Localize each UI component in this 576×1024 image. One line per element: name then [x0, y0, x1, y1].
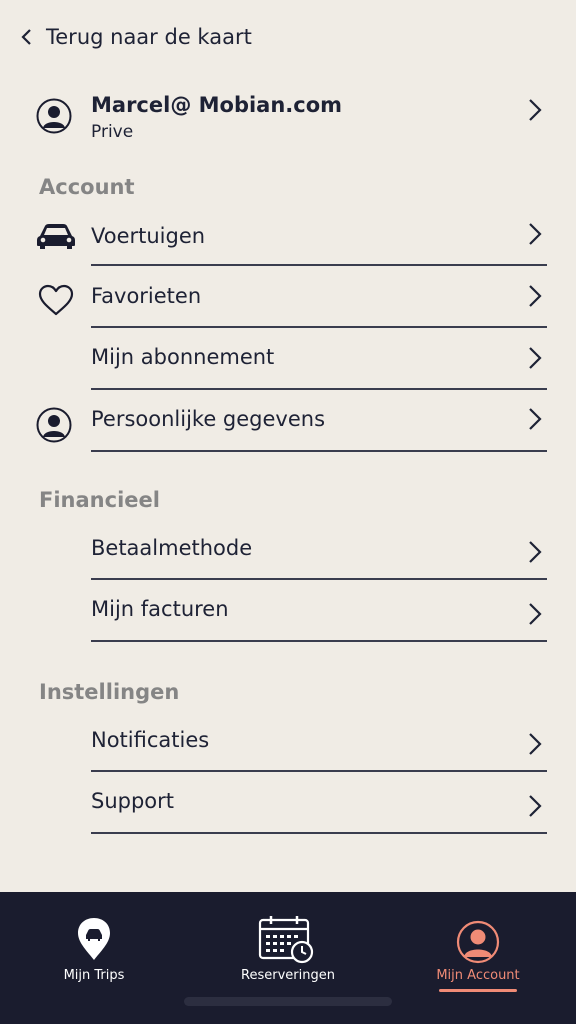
menu-item-label: Support [91, 789, 175, 813]
nav-tab-mijn-trips[interactable]: Mijn Trips [0, 892, 192, 1024]
divider [91, 450, 547, 452]
nav-tab-mijn-account[interactable]: Mijn Account [384, 892, 576, 1024]
user-circle-icon [36, 98, 72, 134]
heart-icon [38, 284, 74, 316]
section-title-instellingen: Instellingen [39, 680, 180, 704]
menu-item-label: Mijn facturen [91, 597, 229, 621]
chevron-right-icon [529, 603, 542, 625]
menu-item-betaalmethode[interactable]: Betaalmethode [0, 518, 576, 580]
chevron-right-icon [529, 347, 542, 369]
car-icon [37, 224, 75, 249]
active-tab-indicator [439, 989, 517, 992]
nav-label: Mijn Trips [63, 968, 125, 983]
chevron-right-icon [529, 795, 542, 817]
menu-item-label: Voertuigen [91, 224, 206, 248]
menu-item-label: Notificaties [91, 728, 210, 752]
back-label: Terug naar de kaart [46, 25, 252, 49]
menu-item-support[interactable]: Support [0, 772, 576, 834]
menu-item-label: Mijn abonnement [91, 345, 275, 369]
divider [91, 640, 547, 642]
chevron-right-icon [529, 99, 542, 121]
chevron-right-icon [529, 733, 542, 755]
menu-item-label: Betaalmethode [91, 536, 253, 560]
home-indicator[interactable] [184, 997, 392, 1006]
back-link[interactable]: Terug naar de kaart [20, 22, 252, 52]
menu-item-label: Persoonlijke gegevens [91, 407, 326, 431]
profile-type: Prive [91, 122, 134, 142]
menu-item-facturen[interactable]: Mijn facturen [0, 580, 576, 642]
menu-item-voertuigen[interactable]: Voertuigen [0, 204, 576, 266]
menu-item-notificaties[interactable]: Notificaties [0, 710, 576, 772]
divider [91, 832, 547, 834]
profile-row[interactable]: Marcel@ Mobian.com Prive [0, 90, 576, 146]
user-circle-icon [456, 920, 500, 964]
nav-label: Reserveringen [241, 968, 335, 983]
nav-label: Mijn Account [436, 968, 520, 983]
chevron-right-icon [529, 285, 542, 307]
menu-item-persoonlijke-gegevens[interactable]: Persoonlijke gegevens [0, 390, 576, 452]
map-pin-car-icon [78, 918, 110, 960]
section-title-account: Account [39, 175, 135, 199]
calendar-clock-icon [258, 916, 314, 964]
user-circle-icon [36, 407, 72, 443]
chevron-right-icon [529, 541, 542, 563]
menu-item-label: Favorieten [91, 284, 202, 308]
chevron-left-icon [21, 29, 31, 45]
chevron-right-icon [529, 408, 542, 430]
profile-email: Marcel@ Mobian.com [91, 93, 343, 117]
section-title-financieel: Financieel [39, 488, 160, 512]
menu-item-favorieten[interactable]: Favorieten [0, 266, 576, 328]
chevron-right-icon [529, 223, 542, 245]
menu-item-abonnement[interactable]: Mijn abonnement [0, 328, 576, 390]
